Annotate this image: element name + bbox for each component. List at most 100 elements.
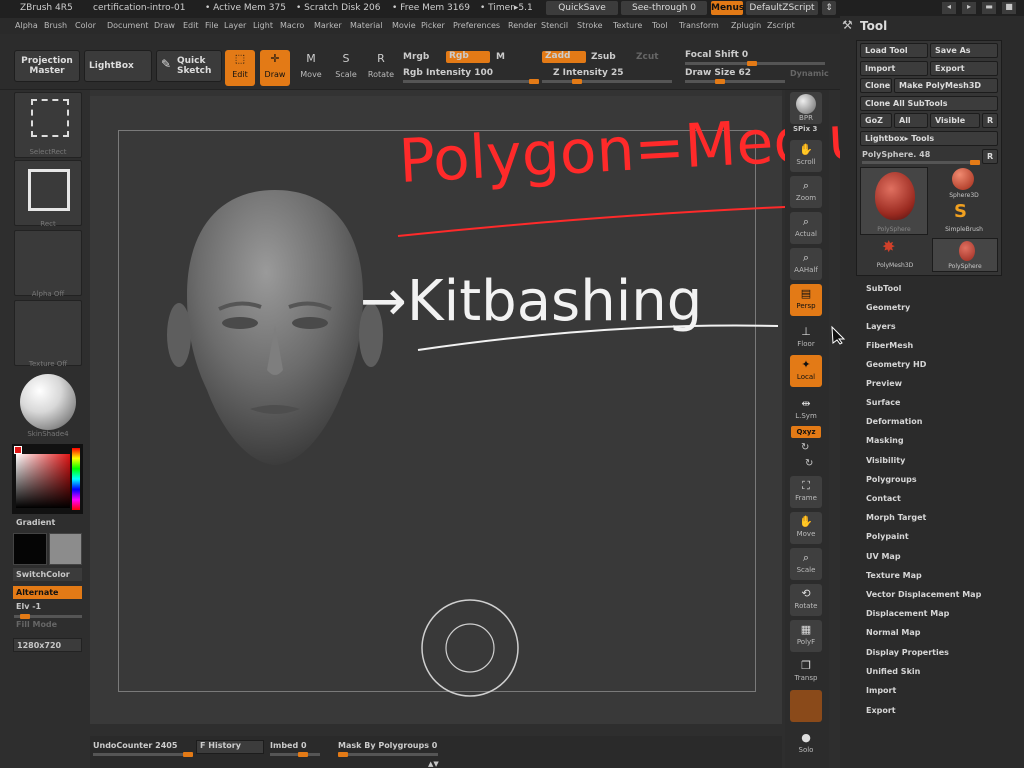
ghost-button[interactable] xyxy=(790,690,822,722)
imbed-slider[interactable]: Imbed 0 xyxy=(270,741,307,750)
color-saturation-field[interactable] xyxy=(16,454,70,508)
elv-track[interactable] xyxy=(14,614,82,619)
menu-zscript[interactable]: Zscript xyxy=(767,18,795,34)
rotate-view-button[interactable]: ⟲ Rotate xyxy=(790,584,822,616)
palette-minimize-icon[interactable]: ▬ xyxy=(982,2,996,14)
spix-slider[interactable]: SPix 3 xyxy=(793,125,817,133)
lsym-button[interactable]: ⇹ L.Sym xyxy=(790,394,822,426)
menu-macro[interactable]: Macro xyxy=(280,18,304,34)
sphere3d-icon[interactable] xyxy=(952,168,974,190)
quick-sketch-button[interactable]: ✎ Quick Sketch xyxy=(156,50,222,82)
xyz-button[interactable]: Qxyz xyxy=(791,426,821,438)
m-button[interactable]: M xyxy=(496,52,505,62)
menu-transform[interactable]: Transform xyxy=(679,18,719,34)
menu-layer[interactable]: Layer xyxy=(224,18,246,34)
polymesh3d-icon[interactable]: ✸ xyxy=(882,238,895,256)
projection-master-button[interactable]: Projection Master xyxy=(14,50,80,82)
subpalette-fibermesh[interactable]: FiberMesh xyxy=(866,341,913,350)
hue-strip[interactable] xyxy=(72,448,80,510)
subpalette-preview[interactable]: Preview xyxy=(866,379,902,388)
save-as-button[interactable]: Save As xyxy=(930,43,998,58)
subpalette-unified-skin[interactable]: Unified Skin xyxy=(866,667,920,676)
subpalette-visibility[interactable]: Visibility xyxy=(866,456,905,465)
lightbox-button[interactable]: LightBox xyxy=(84,50,152,82)
menu-stencil[interactable]: Stencil xyxy=(541,18,568,34)
menu-render[interactable]: Render xyxy=(508,18,536,34)
polyf-button[interactable]: ▦ PolyF xyxy=(790,620,822,652)
load-tool-button[interactable]: Load Tool xyxy=(860,43,928,58)
subpalette-layers[interactable]: Layers xyxy=(866,322,896,331)
goz-all-button[interactable]: All xyxy=(894,113,928,128)
focal-shift-handle[interactable] xyxy=(747,61,757,66)
fill-mode-slider[interactable]: Fill Mode xyxy=(16,620,57,629)
rgb-intensity-track[interactable] xyxy=(403,79,539,84)
current-tool-thumb[interactable]: PolySphere xyxy=(860,167,928,235)
undo-track[interactable] xyxy=(93,752,193,757)
subpalette-texture-map[interactable]: Texture Map xyxy=(866,571,922,580)
z-intensity-slider[interactable]: Z Intensity 25 xyxy=(553,68,624,78)
imbed-handle[interactable] xyxy=(298,752,308,757)
polysphere-handle[interactable] xyxy=(970,160,980,165)
subpalette-polygroups[interactable]: Polygroups xyxy=(866,475,917,484)
see-through-slider[interactable]: See-through 0 xyxy=(621,1,707,15)
menu-marker[interactable]: Marker xyxy=(314,18,342,34)
zsub-button[interactable]: Zsub xyxy=(591,52,616,62)
menu-stroke[interactable]: Stroke xyxy=(577,18,603,34)
menu-zplugin[interactable]: Zplugin xyxy=(731,18,761,34)
menu-movie[interactable]: Movie xyxy=(392,18,416,34)
material-slot[interactable] xyxy=(14,370,82,436)
menus-button[interactable]: Menus xyxy=(711,1,744,15)
goz-button[interactable]: GoZ xyxy=(860,113,892,128)
rotate-axis-icon[interactable]: ↻ xyxy=(801,442,809,453)
zadd-button[interactable]: Zadd xyxy=(542,51,586,63)
mrgb-button[interactable]: Mrgb xyxy=(403,52,429,62)
palette-next-icon[interactable]: ▸ xyxy=(962,2,976,14)
subpalette-normal-map[interactable]: Normal Map xyxy=(866,628,920,637)
alpha-slot[interactable] xyxy=(14,230,82,296)
scroll-button[interactable]: ✋ Scroll xyxy=(790,140,822,172)
texture-slot[interactable] xyxy=(14,300,82,366)
palette-close-icon[interactable]: ■ xyxy=(1002,2,1016,14)
focal-shift-track[interactable] xyxy=(685,61,825,66)
menu-alpha[interactable]: Alpha xyxy=(15,18,38,34)
zoom-button[interactable]: ⌕ Zoom xyxy=(790,176,822,208)
dynamic-button[interactable]: Dynamic xyxy=(790,69,829,78)
subpalette-geometry[interactable]: Geometry xyxy=(866,303,910,312)
clone-all-subtools-button[interactable]: Clone All SubTools xyxy=(860,96,998,111)
floor-button[interactable]: ⊥ Floor xyxy=(790,322,822,354)
goz-r-button[interactable]: R xyxy=(982,113,998,128)
import-tool-button[interactable]: Import xyxy=(860,61,928,76)
tool-r-button[interactable]: R xyxy=(982,149,998,164)
menu-draw[interactable]: Draw xyxy=(154,18,175,34)
elv-handle[interactable] xyxy=(20,614,30,619)
subpalette-display-properties[interactable]: Display Properties xyxy=(866,648,949,657)
doc-size-field[interactable]: 1280x720 xyxy=(13,638,82,652)
subpalette-polypaint[interactable]: Polypaint xyxy=(866,532,909,541)
menu-file[interactable]: File xyxy=(205,18,218,34)
local-button[interactable]: ✦ Local xyxy=(790,355,822,387)
shelf-collapse-icon[interactable]: ▲▼ xyxy=(428,760,439,768)
actual-button[interactable]: ⌕ Actual xyxy=(790,212,822,244)
subpalette-geometry-hd[interactable]: Geometry HD xyxy=(866,360,926,369)
menu-edit[interactable]: Edit xyxy=(183,18,199,34)
rgb-intensity-slider[interactable]: Rgb Intensity 100 xyxy=(403,68,493,78)
navigation-gyro[interactable] xyxy=(418,596,522,700)
rect-stroke[interactable] xyxy=(14,160,82,226)
subpalette-export[interactable]: Export xyxy=(866,706,896,715)
gradient-label[interactable]: Gradient xyxy=(16,518,55,527)
default-zscript-button[interactable]: DefaultZScript xyxy=(746,1,818,15)
rotate-axis-2-icon[interactable]: ↻ xyxy=(805,458,813,469)
subpalette-vector-displacement-map[interactable]: Vector Displacement Map xyxy=(866,590,981,599)
menu-light[interactable]: Light xyxy=(253,18,273,34)
color-marker[interactable] xyxy=(14,446,22,454)
polysphere-thumb[interactable]: PolySphere xyxy=(932,238,998,272)
history-button[interactable]: F History xyxy=(196,740,264,754)
elv-slider[interactable]: Elv -1 xyxy=(16,602,41,611)
subpalette-displacement-map[interactable]: Displacement Map xyxy=(866,609,949,618)
main-color-swatch[interactable] xyxy=(13,533,47,565)
polysphere-track[interactable] xyxy=(862,160,980,165)
undo-counter[interactable]: UndoCounter 2405 xyxy=(93,741,177,750)
goz-visible-button[interactable]: Visible xyxy=(930,113,980,128)
palette-prev-icon[interactable]: ◂ xyxy=(942,2,956,14)
solo-button[interactable]: ● Solo xyxy=(790,728,822,760)
